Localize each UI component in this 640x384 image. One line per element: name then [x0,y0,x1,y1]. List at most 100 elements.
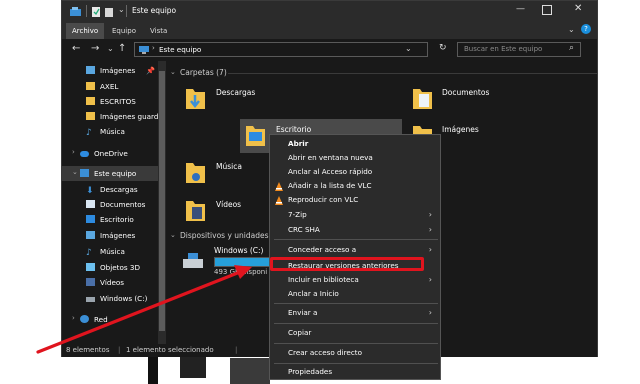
items-count: 8 elementos [66,346,110,354]
sidebar-scroll-thumb[interactable] [159,71,165,331]
expand-chevron-icon[interactable]: › [72,314,75,322]
up-arrow-icon[interactable]: ↑ [118,43,126,54]
menu-item-anclar-acceso-rapido[interactable]: Anclar al Acceso rápido [270,165,440,179]
ribbon [62,23,597,39]
sidebar-item-windows-c[interactable]: Windows (C:) [86,291,147,306]
cloud-icon [80,151,89,157]
tab-vista[interactable]: Vista [144,23,173,39]
sidebar-item-objetos-3d[interactable]: Objetos 3D [86,260,140,275]
submenu-arrow-icon: › [428,245,432,254]
submenu-arrow-icon: › [428,225,432,234]
address-dropdown-icon[interactable]: ⌄ [405,44,412,53]
expand-chevron-icon[interactable]: › [72,148,75,156]
sidebar-item-escritorio[interactable]: Escritorio [86,212,134,227]
tab-archivo[interactable]: Archivo [66,23,105,39]
forward-arrow-icon[interactable]: → [91,43,99,54]
drive-icon [86,297,95,302]
folder-icon [86,112,95,120]
sidebar-item-documentos[interactable]: Documentos [86,197,145,212]
sidebar-item-imagenes[interactable]: Imágenes [86,228,135,243]
menu-item-enviar-a[interactable]: Enviar a › [270,306,440,320]
menu-item-reproducir-vlc[interactable]: Reproducir con VLC [270,193,440,207]
sidebar-item-videos[interactable]: Vídeos [86,275,124,290]
close-button[interactable]: ✕ [574,3,582,14]
drive-usage-fill [215,258,276,266]
tab-equipo[interactable]: Equipo [106,23,142,39]
help-icon[interactable]: ? [581,24,591,34]
window-title: Este equipo [132,6,177,15]
cube-icon [86,263,95,271]
computer-icon [80,169,89,177]
sidebar-item-imagenes-pinned[interactable]: Imágenes 📌 [86,63,155,78]
folder-documents-icon [413,89,432,109]
drive-name: Windows (C:) [214,246,264,255]
expand-chevron-icon[interactable]: ⌄ [72,168,78,176]
sidebar-item-red[interactable]: Red [80,312,108,327]
documents-icon [86,200,95,208]
collapse-chevron-icon[interactable]: ⌄ [170,231,176,239]
pin-icon: 📌 [146,66,155,75]
menu-item-anclar-inicio[interactable]: Anclar a Inicio [270,287,440,301]
recent-locations-icon[interactable]: ⌄ [107,44,114,53]
sidebar-item-axel[interactable]: AXEL [86,79,118,94]
folder-item-descargas[interactable]: Descargas [180,81,330,115]
music-icon: ♪ [86,248,92,258]
search-input[interactable]: Buscar en Este equipo [457,42,581,57]
folder-item-documentos[interactable]: Documentos [409,81,559,115]
new-folder-icon[interactable] [105,7,114,17]
selection-count: 1 elemento seleccionado [126,346,214,354]
menu-item-crc-sha[interactable]: CRC SHA › [270,223,440,237]
submenu-arrow-icon: › [428,210,432,219]
quick-access-dropdown-icon[interactable]: ⌄ [118,5,125,14]
menu-item-abrir[interactable]: Abrir [270,137,440,151]
search-icon[interactable]: ⌕ [569,43,574,53]
network-icon [80,315,89,323]
computer-icon [139,46,149,54]
collapse-chevron-icon[interactable]: ⌄ [170,68,176,76]
sidebar-item-musica-quick[interactable]: ♪ Música [86,124,125,139]
drive-icon [183,253,203,268]
minimize-button[interactable]: — [516,4,525,14]
menu-item-propiedades[interactable]: Propiedades [270,365,440,379]
menu-separator [274,323,438,324]
menu-item-abrir-ventana-nueva[interactable]: Abrir en ventana nueva [270,151,440,165]
folder-download-icon [186,89,205,109]
address-bar[interactable]: › Este equipo ⌄ [134,42,428,57]
sidebar-item-imagenes-guardadas[interactable]: Imágenes guard [86,109,158,124]
folder-music-icon [186,163,205,183]
menu-item-conceder-acceso[interactable]: Conceder acceso a › [270,243,440,257]
sidebar-item-musica[interactable]: ♪ Música [86,244,125,259]
sidebar-item-onedrive[interactable]: OneDrive [80,146,128,161]
devices-header: Dispositivos y unidades ( [180,231,274,240]
sidebar-item-descargas[interactable]: ⬇ Descargas [86,182,138,197]
menu-item-copiar[interactable]: Copiar [270,326,440,340]
menu-separator [274,303,438,304]
properties-icon[interactable] [92,7,101,17]
menu-item-7zip[interactable]: 7-Zip › [270,208,440,222]
menu-separator [274,239,438,240]
video-icon [86,278,95,286]
menu-separator [274,343,438,344]
menu-item-crear-acceso-directo[interactable]: Crear acceso directo [270,346,440,360]
navigation-pane: Imágenes 📌 AXEL ESCRITOS Imágenes guard ♪… [62,61,167,344]
menu-item-incluir-biblioteca[interactable]: Incluir en biblioteca › [270,273,440,287]
menu-separator [274,363,438,364]
folder-icon [86,82,95,90]
desktop-icon [86,215,95,223]
pictures-icon [86,231,95,239]
submenu-arrow-icon: › [428,275,432,284]
menu-item-anadir-vlc[interactable]: Añadir a la lista de VLC [270,179,440,193]
folder-desktop-icon [246,126,265,146]
address-text: Este equipo [159,45,202,54]
back-arrow-icon[interactable]: ← [72,43,80,54]
vlc-icon [275,182,283,191]
highlight-box [270,257,424,271]
sidebar-item-escritos[interactable]: ESCRITOS [86,94,136,109]
folder-videos-icon [186,201,205,221]
maximize-button[interactable] [542,5,552,15]
pictures-icon [86,66,95,74]
title-bar: ⌄ Este equipo — ✕ [62,1,597,23]
submenu-arrow-icon: › [428,308,432,317]
refresh-icon[interactable]: ↻ [439,43,447,53]
ribbon-expand-icon[interactable]: ⌄ [568,25,575,34]
